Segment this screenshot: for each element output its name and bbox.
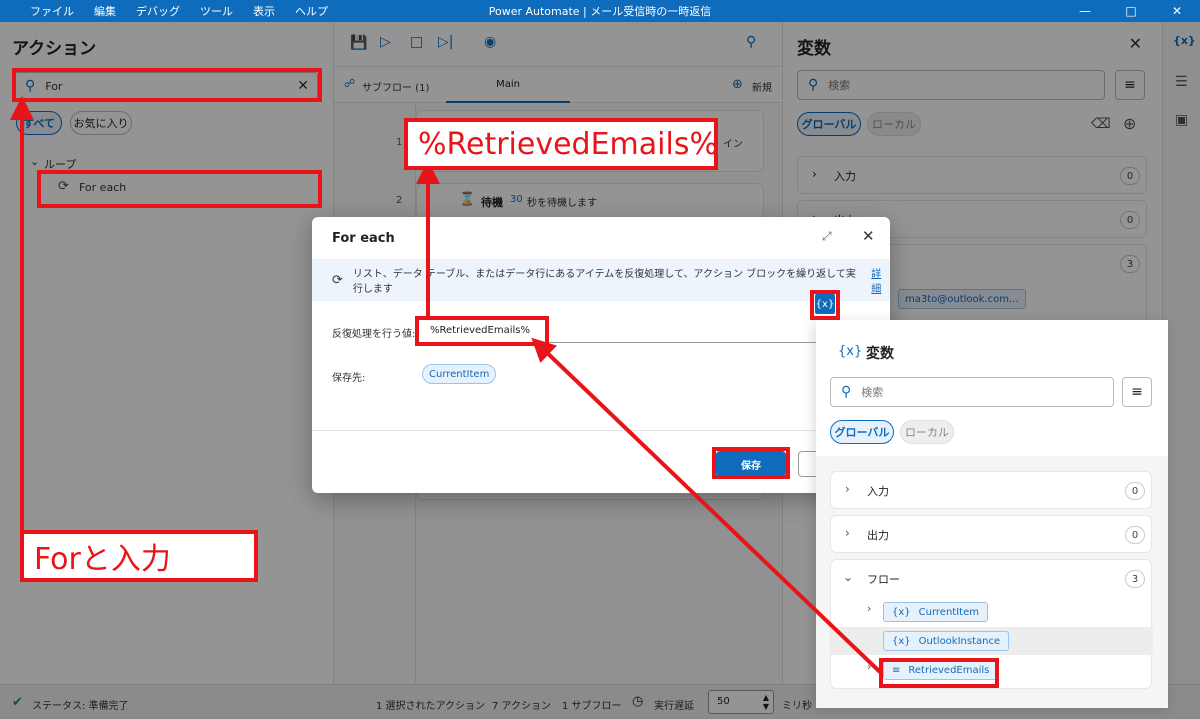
annotation-label-instruction: Forと入力 — [20, 530, 258, 582]
highlight-input — [415, 316, 549, 346]
highlight-search — [12, 68, 322, 102]
highlight-variable-button — [810, 290, 840, 320]
arrow-to-input — [531, 337, 882, 674]
annotation-arrows — [10, 96, 882, 674]
highlight-for-each — [37, 170, 322, 208]
annotation-label-variable: %RetrievedEmails% — [404, 118, 718, 170]
highlight-save — [712, 447, 790, 479]
highlight-retrieved-emails — [879, 658, 999, 688]
